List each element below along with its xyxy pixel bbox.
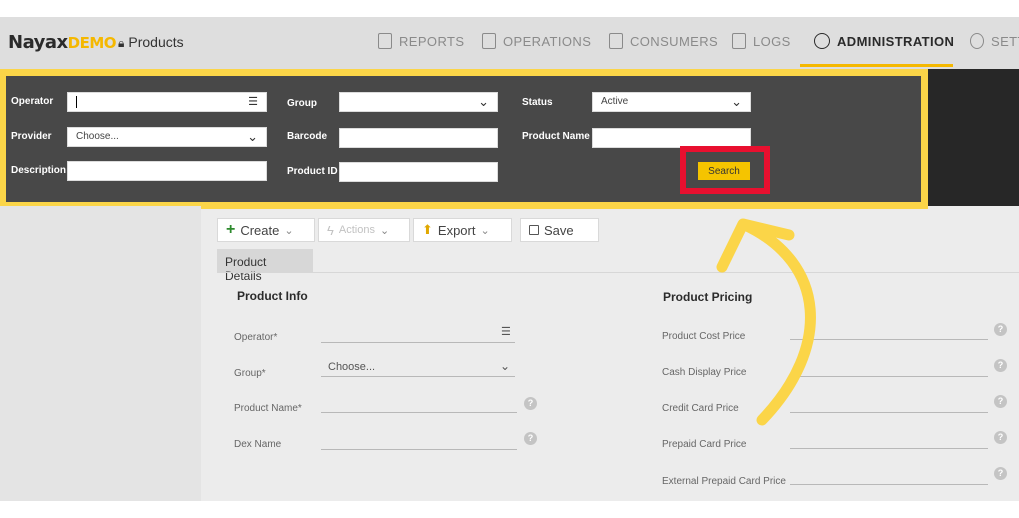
curved-arrow-icon (716, 218, 816, 426)
app-window: NayaxDEMO 🔒︎ Products REPORTS OPERATIONS … (0, 17, 1019, 501)
